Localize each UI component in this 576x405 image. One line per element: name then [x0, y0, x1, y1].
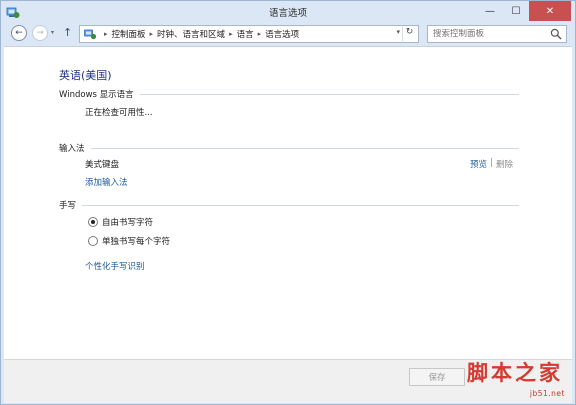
- search-box[interactable]: [427, 25, 567, 43]
- address-bar[interactable]: ▸ 控制面板 ▸ 时钟、语言和区域 ▸ 语言 ▸ 语言选项 ▾ ↻: [79, 25, 419, 43]
- windows-display-language-header: Windows 显示语言: [59, 88, 519, 100]
- forward-button[interactable]: →: [32, 25, 48, 41]
- window-controls: — ☐ ✕: [477, 1, 571, 21]
- section-title: Windows 显示语言: [59, 90, 134, 100]
- save-button[interactable]: 保存: [409, 368, 465, 386]
- radio-button-selected[interactable]: [88, 217, 98, 227]
- radio-label[interactable]: 自由书写字符: [102, 216, 153, 228]
- maximize-button[interactable]: ☐: [503, 1, 529, 21]
- recent-pages-dropdown-icon[interactable]: ▾: [51, 29, 54, 36]
- radio-button[interactable]: [88, 236, 98, 246]
- breadcrumb-item-language[interactable]: 语言: [237, 28, 254, 40]
- breadcrumb-item-language-options[interactable]: 语言选项: [265, 28, 299, 40]
- radio-label[interactable]: 单独书写每个字符: [102, 235, 170, 247]
- up-button[interactable]: ↑: [63, 26, 72, 39]
- breadcrumb-item-control-panel[interactable]: 控制面板: [112, 28, 146, 40]
- search-input[interactable]: [433, 29, 543, 39]
- refresh-button[interactable]: ↻: [402, 27, 416, 41]
- section-divider: [82, 204, 519, 206]
- add-input-method-link[interactable]: 添加输入法: [85, 176, 128, 188]
- search-icon[interactable]: [550, 28, 562, 40]
- navigation-bar: ← → ▾ ↑ ▸ 控制面板 ▸ 时钟、语言和区域 ▸ 语言 ▸ 语言选项 ▾ …: [1, 23, 575, 45]
- bottom-bar: 保存: [4, 359, 572, 403]
- language-title: 英语(美国): [59, 69, 112, 82]
- control-panel-icon: [84, 29, 97, 40]
- breadcrumb-item-clock-language-region[interactable]: 时钟、语言和区域: [157, 28, 225, 40]
- back-button[interactable]: ←: [11, 25, 27, 41]
- section-title: 输入法: [59, 144, 85, 154]
- minimize-button[interactable]: —: [477, 1, 503, 21]
- radio-free-writing[interactable]: 自由书写字符: [88, 216, 153, 228]
- input-method-header: 输入法: [59, 142, 519, 154]
- handwriting-header: 手写: [59, 199, 519, 211]
- breadcrumb-separator[interactable]: ▸: [229, 30, 233, 38]
- link-separator: |: [490, 158, 493, 168]
- address-dropdown-icon[interactable]: ▾: [396, 28, 400, 36]
- breadcrumb-separator[interactable]: ▸: [150, 30, 154, 38]
- section-divider: [90, 147, 519, 149]
- control-panel-window: 语言选项 — ☐ ✕ ← → ▾ ↑ ▸ 控制面板 ▸ 时钟、语言和区域 ▸ 语…: [0, 0, 576, 405]
- breadcrumb: ▸ 控制面板 ▸ 时钟、语言和区域 ▸ 语言 ▸ 语言选项: [100, 28, 299, 40]
- display-language-status: 正在检查可用性...: [85, 108, 153, 118]
- main-content: 英语(美国) Windows 显示语言 正在检查可用性... 输入法 美式键盘 …: [4, 46, 572, 359]
- preview-link[interactable]: 预览: [470, 158, 487, 170]
- remove-link[interactable]: 删除: [496, 158, 513, 170]
- close-button[interactable]: ✕: [529, 1, 571, 21]
- breadcrumb-separator[interactable]: ▸: [258, 30, 262, 38]
- breadcrumb-separator: ▸: [104, 30, 108, 38]
- input-method-name: 美式键盘: [85, 160, 120, 170]
- section-title: 手写: [59, 201, 77, 211]
- radio-single-character[interactable]: 单独书写每个字符: [88, 235, 170, 247]
- title-bar[interactable]: 语言选项 — ☐ ✕: [1, 1, 575, 23]
- section-divider: [139, 93, 519, 95]
- personalize-handwriting-link[interactable]: 个性化手写识别: [85, 260, 145, 272]
